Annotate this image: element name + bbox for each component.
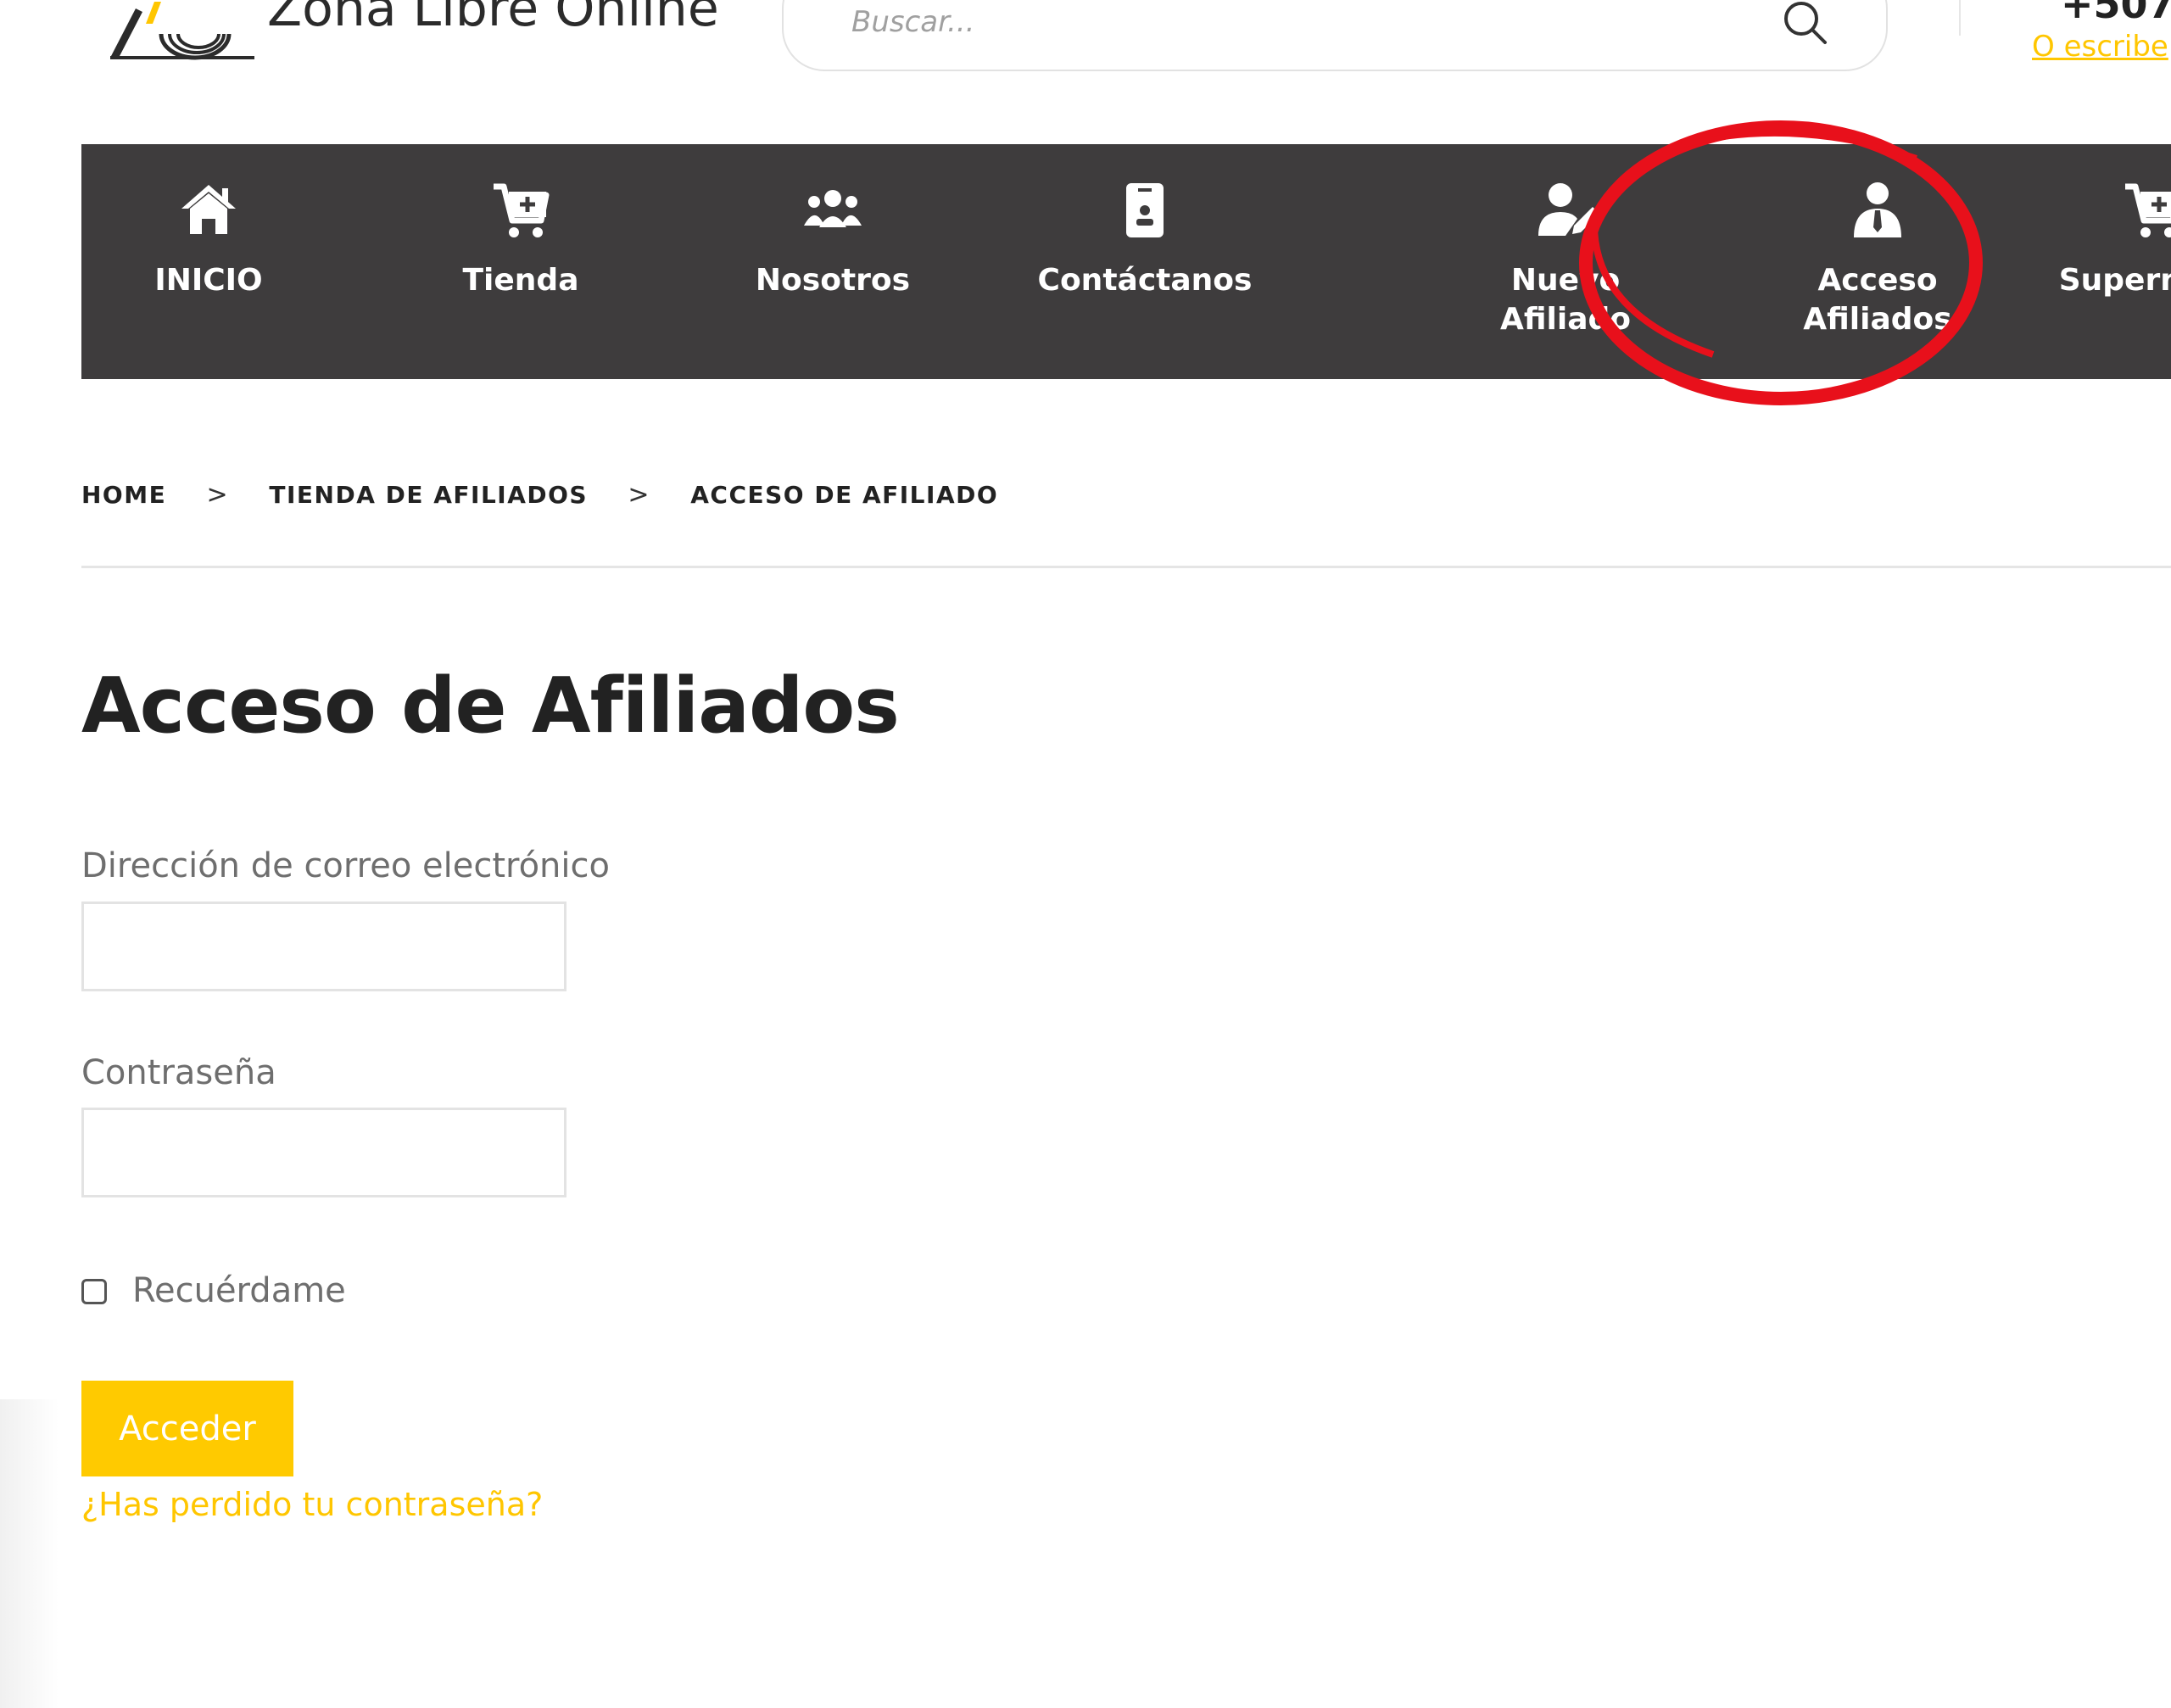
login-button[interactable]: Acceder	[81, 1381, 293, 1476]
nav-label: Tienda	[462, 263, 579, 298]
user-edit-icon	[1538, 183, 1599, 236]
nav-label: INICIO	[154, 263, 263, 298]
nav-label: Afiliados	[1803, 302, 1952, 337]
search-input[interactable]	[850, 0, 1701, 44]
nav-item-acceso-afiliados[interactable]: Acceso Afiliados	[1750, 144, 2005, 379]
remember-checkbox[interactable]	[81, 1279, 107, 1304]
users-icon	[804, 190, 862, 227]
logo-mark-icon	[110, 2, 254, 60]
nav-label: Afiliado	[1499, 302, 1632, 337]
lost-password-link[interactable]: ¿Has perdido tu contraseña?	[81, 1486, 543, 1523]
home-icon	[181, 185, 236, 234]
nav-item-nosotros[interactable]: Nosotros	[706, 144, 960, 379]
id-badge-icon	[1126, 183, 1164, 237]
nav-label: Acceso	[1817, 263, 1938, 298]
user-tie-icon	[1854, 182, 1901, 237]
main-nav: INICIO Tienda Nosotros Contáctanos Nuevo…	[81, 144, 2171, 379]
site-logo[interactable]: Zona Libre Online	[102, 0, 721, 68]
nav-label: Nosotros	[755, 263, 911, 298]
edge-shadow	[0, 1399, 59, 1708]
password-field[interactable]	[81, 1108, 566, 1197]
nav-item-inicio[interactable]: INICIO	[81, 144, 336, 379]
email-label: Dirección de correo electrónico	[81, 846, 610, 885]
nav-label: Supermerc	[2058, 263, 2171, 298]
page-title: Acceso de Afiliados	[81, 661, 900, 751]
breadcrumb-separator: >	[628, 479, 650, 510]
nav-item-contactanos[interactable]: Contáctanos	[1018, 144, 1272, 379]
breadcrumb-separator: >	[206, 479, 230, 510]
cart-plus-icon	[2125, 183, 2171, 237]
breadcrumb-home[interactable]: HOME	[81, 481, 166, 509]
nav-label: Nuevo	[1510, 263, 1621, 298]
nav-item-tienda[interactable]: Tienda	[393, 144, 648, 379]
breadcrumb-current: ACCESO DE AFILIADO	[690, 480, 999, 509]
nav-item-supermercado[interactable]: Supermerc	[2025, 144, 2171, 379]
search-button[interactable]	[1776, 0, 1835, 53]
email-field[interactable]	[81, 901, 566, 991]
breadcrumb: HOME > TIENDA DE AFILIADOS > ACCESO DE A…	[81, 479, 998, 510]
password-label: Contraseña	[81, 1053, 276, 1092]
remember-label: Recuérdame	[132, 1271, 346, 1310]
divider	[81, 566, 2171, 568]
contact-link[interactable]: O escribe	[2032, 30, 2168, 64]
header-divider	[1959, 0, 1961, 36]
search-icon	[1784, 2, 1827, 44]
search-bar	[782, 0, 1888, 71]
nav-label: Contáctanos	[1037, 263, 1253, 298]
nav-item-nuevo-afiliado[interactable]: Nuevo Afiliado	[1438, 144, 1693, 379]
phone-number: +507	[2061, 0, 2171, 27]
logo-text: Zona Libre Online	[267, 0, 719, 38]
breadcrumb-store[interactable]: TIENDA DE AFILIADOS	[269, 481, 588, 509]
cart-plus-icon	[494, 183, 550, 237]
